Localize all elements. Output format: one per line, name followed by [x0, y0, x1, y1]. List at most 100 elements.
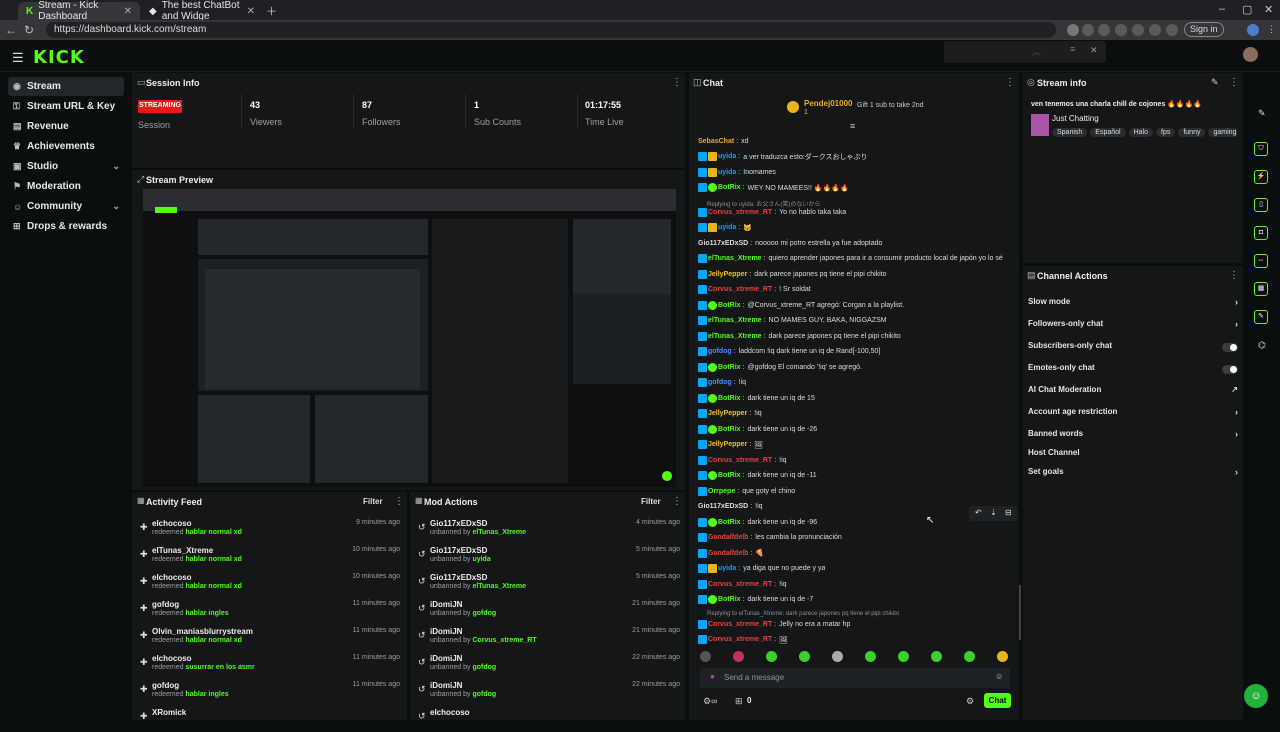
extension-icon[interactable]: [1149, 24, 1161, 36]
chat-message[interactable]: gofdog: !iq: [698, 377, 746, 389]
back-icon[interactable]: ←: [2, 23, 20, 37]
sidebar-item-stream[interactable]: ◉ Stream: [8, 77, 124, 96]
channel-action-host-channel[interactable]: Host Channel: [1028, 448, 1238, 462]
emote-icon[interactable]: [997, 651, 1008, 662]
chat-message[interactable]: uyida: 🐱: [698, 222, 752, 234]
tag[interactable]: Spanish: [1052, 128, 1088, 137]
chat-username[interactable]: BotRix: [718, 426, 741, 433]
chat-message[interactable]: Corvus_xtreme_RT: Jelly no era a matar hp: [698, 618, 850, 630]
chat-username[interactable]: gofdog: [708, 348, 732, 355]
chat-username[interactable]: Corvus_xtreme_RT: [708, 581, 772, 588]
chat-username[interactable]: BotRix: [718, 302, 741, 309]
star-icon[interactable]: [1098, 24, 1110, 36]
chat-username[interactable]: BotRix: [718, 364, 741, 371]
item-user[interactable]: elchocoso: [152, 573, 192, 582]
sidebar-item-stream-url[interactable]: ⚿ Stream URL & Key: [8, 97, 124, 116]
chat-username[interactable]: uyida: [718, 153, 736, 160]
chat-message[interactable]: JellyPepper: dark parece japones pq tiene…: [698, 268, 887, 280]
chat-username[interactable]: BotRix: [718, 519, 741, 526]
emote-icon[interactable]: [832, 651, 843, 662]
avatar[interactable]: [1243, 47, 1258, 62]
chat-username[interactable]: BotRix: [718, 472, 741, 479]
emote-icon[interactable]: [931, 651, 942, 662]
channel-action-set-goals[interactable]: Set goals ›: [1028, 467, 1238, 481]
chat-message[interactable]: uyida: Inomames: [698, 166, 776, 178]
share-icon[interactable]: ⌬: [1258, 340, 1266, 351]
toggle-switch[interactable]: [1222, 365, 1238, 374]
rail-button-file[interactable]: ▯: [1254, 198, 1268, 212]
more-icon[interactable]: ⋮: [672, 77, 682, 88]
channel-action-followers-only-chat[interactable]: Followers-only chat ›: [1028, 319, 1238, 333]
chat-username[interactable]: Corvus_xtreme_RT: [708, 621, 772, 628]
chat-message[interactable]: BotRix: dark tiene un iq de 15: [698, 392, 815, 404]
chat-message[interactable]: Gio117xEDxSD: nooooo mi potro estrella ya…: [698, 237, 882, 249]
chat-username[interactable]: Gandalfdelb: [708, 534, 748, 541]
sidebar-item-moderation[interactable]: ⚑ Moderation: [8, 177, 124, 196]
chat-message[interactable]: JellyPepper: !iq: [698, 408, 762, 420]
sidebar-item-community[interactable]: ☺ Community ⌄: [8, 197, 124, 216]
menu-icon[interactable]: ☰: [12, 50, 24, 66]
filter-button[interactable]: Filter: [641, 497, 661, 506]
chat-message[interactable]: Gandalfdelb: les cambia la pronunciación: [698, 532, 842, 544]
chat-username[interactable]: Corvus_xtreme_RT: [708, 209, 772, 216]
item-user[interactable]: elchocoso: [152, 519, 192, 528]
gift-icon[interactable]: ⊞: [735, 696, 743, 707]
chat-message[interactable]: BotRix: dark tiene un iq de -96: [698, 516, 817, 528]
item-user[interactable]: gofdog: [152, 600, 179, 609]
chat-username[interactable]: JellyPepper: [708, 441, 747, 448]
chat-message[interactable]: uyida: ya diga que no puede y ya: [698, 563, 825, 575]
browser-tab-chatbot[interactable]: ◆ The best ChatBot and Widge ✕: [141, 0, 263, 22]
rail-button-chat[interactable]: ◘: [1254, 226, 1268, 240]
chat-message[interactable]: BotRix: @gofdog El comando '!iq' se agreg…: [698, 361, 862, 373]
rail-button-grid[interactable]: ▦: [1254, 282, 1268, 296]
emote-icon[interactable]: [964, 651, 975, 662]
url-field[interactable]: https://dashboard.kick.com/stream: [46, 22, 1056, 38]
delete-icon[interactable]: ⊟: [1005, 508, 1012, 517]
chat-message[interactable]: BotRix: dark tiene un iq de -11: [698, 470, 817, 482]
chat-username[interactable]: elTunas_Xtreme: [708, 317, 762, 324]
pin-icon[interactable]: ⇣: [990, 508, 997, 517]
chat-message[interactable]: Orrpepe: que goty el chino: [698, 485, 795, 497]
filter-button[interactable]: Filter: [363, 497, 383, 506]
chat-username[interactable]: Corvus_xtreme_RT: [708, 286, 772, 293]
browser-tab-kick[interactable]: K Stream - Kick Dashboard ✕: [18, 0, 140, 22]
sidebar-item-studio[interactable]: ▣ Studio ⌄: [8, 157, 124, 176]
pencil-icon[interactable]: ✎: [1258, 108, 1266, 119]
emoji-icon[interactable]: ●: [710, 672, 715, 681]
chat-message[interactable]: Corvus_xtreme_RT: !iq: [698, 578, 787, 590]
chat-message[interactable]: Corvus_xtreme_RT: 🖼: [698, 634, 788, 646]
new-tab-icon[interactable]: ＋: [266, 3, 277, 19]
kick-logo[interactable]: KICK: [33, 47, 85, 68]
chat-message[interactable]: Gandalfdelb: 🍕: [698, 547, 764, 559]
channel-action-banned-words[interactable]: Banned words ›: [1028, 429, 1238, 443]
item-user[interactable]: Gio117xEDxSD: [430, 573, 487, 582]
close-icon[interactable]: ✕: [247, 6, 255, 17]
settings-icon[interactable]: ⚙∞: [703, 696, 717, 707]
chat-username[interactable]: SebasChat: [698, 138, 734, 145]
chat-username[interactable]: Gandalfdelb: [708, 550, 748, 557]
chat-username[interactable]: Orrpepe: [708, 488, 735, 495]
chat-username[interactable]: Gio117xEDxSD: [698, 503, 748, 510]
chat-username[interactable]: JellyPepper: [708, 410, 747, 417]
chat-username[interactable]: BotRix: [718, 395, 741, 402]
item-user[interactable]: elTunas_Xtreme: [152, 546, 213, 555]
channel-action-account-age-restriction[interactable]: Account age restriction ›: [1028, 407, 1238, 421]
item-user[interactable]: elchocoso: [430, 708, 470, 717]
toggle-switch[interactable]: [1222, 343, 1238, 352]
chat-message[interactable]: elTunas_Xtreme: NO MAMES GUY, BAKA, NIGGA…: [698, 315, 887, 327]
rail-button-link[interactable]: ⇔: [1254, 254, 1268, 268]
extension-icon[interactable]: [1067, 24, 1079, 36]
sign-in-button[interactable]: Sign in: [1184, 22, 1224, 37]
edit-icon[interactable]: ✎: [1211, 77, 1219, 88]
sidebar-item-achievements[interactable]: ♛ Achievements: [8, 137, 124, 156]
stream-preview-video[interactable]: [143, 189, 676, 487]
chat-message[interactable]: Gio117xEDxSD: !iq: [698, 501, 763, 513]
item-user[interactable]: XRomick: [152, 708, 186, 717]
emote-icon[interactable]: [898, 651, 909, 662]
minimize-icon[interactable]: –: [1219, 3, 1225, 15]
support-chat-icon[interactable]: ☺: [1244, 684, 1268, 708]
item-user[interactable]: iDomiJN: [430, 600, 462, 609]
extension-icon[interactable]: [1132, 24, 1144, 36]
chat-message[interactable]: BotRix: WEY NO MAMEES!! 🔥🔥🔥🔥: [698, 182, 849, 194]
chat-username[interactable]: uyida: [718, 565, 736, 572]
